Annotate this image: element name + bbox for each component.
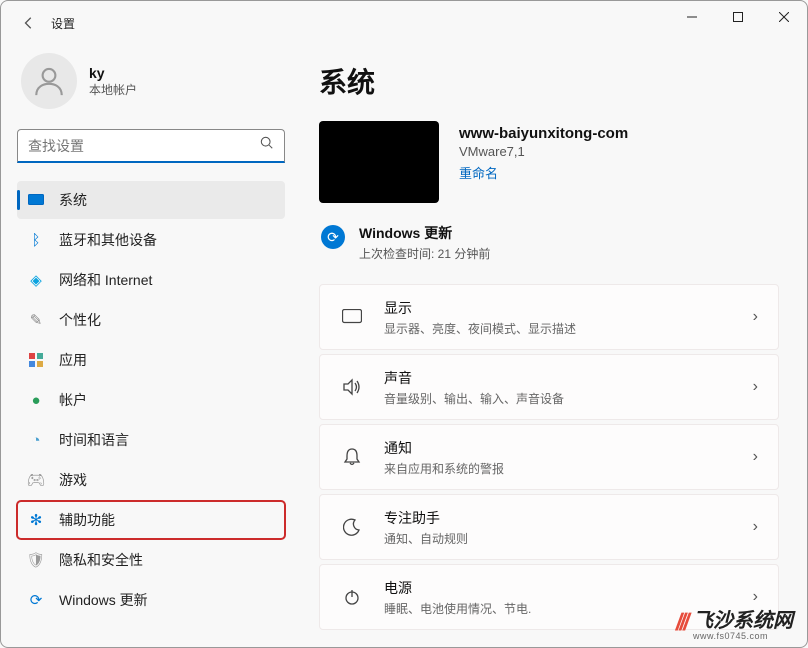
arrow-left-icon <box>22 16 36 30</box>
page-title: 系统 <box>319 61 779 101</box>
wifi-icon: ◈ <box>27 271 45 289</box>
device-name: www-baiyunxitong-com <box>459 125 628 142</box>
device-thumbnail[interactable] <box>319 121 439 203</box>
settings-list: 显示显示器、亮度、夜间模式、显示描述 › 声音音量级别、输出、输入、声音设备 ›… <box>319 284 779 630</box>
minimize-button[interactable] <box>669 1 715 33</box>
nav-label: 应用 <box>59 350 87 370</box>
clock-icon: ◔ <box>27 431 45 449</box>
setting-notifications[interactable]: 通知来自应用和系统的警报 › <box>319 424 779 490</box>
close-button[interactable] <box>761 1 807 33</box>
account-type: 本地帐户 <box>89 81 137 98</box>
card-sub: 音量级别、输出、输入、声音设备 <box>384 390 733 407</box>
nav-item-privacy[interactable]: 🛡︎ 隐私和安全性 <box>17 541 285 579</box>
accessibility-icon: ✻ <box>27 511 45 529</box>
shield-icon: 🛡︎ <box>27 551 45 569</box>
device-row: www-baiyunxitong-com VMware7,1 重命名 <box>319 121 779 203</box>
search-icon <box>260 136 274 155</box>
power-icon <box>340 588 364 606</box>
chevron-right-icon: › <box>753 518 758 536</box>
nav-item-personalization[interactable]: ✎ 个性化 <box>17 301 285 339</box>
search-input[interactable] <box>28 138 260 154</box>
nav-list: 系统 ᛒ 蓝牙和其他设备 ◈ 网络和 Internet ✎ 个性化 应用 ● 帐户 ◔ 时… <box>17 181 285 619</box>
nav-label: 蓝牙和其他设备 <box>59 230 157 250</box>
update-title: Windows 更新 <box>359 223 490 243</box>
card-sub: 通知、自动规则 <box>384 530 733 547</box>
avatar <box>21 53 77 109</box>
card-title: 专注助手 <box>384 508 733 528</box>
nav-label: 网络和 Internet <box>59 270 152 290</box>
setting-sound[interactable]: 声音音量级别、输出、输入、声音设备 › <box>319 354 779 420</box>
search-input-wrapper[interactable] <box>17 129 285 163</box>
nav-label: 辅助功能 <box>59 510 115 530</box>
device-model: VMware7,1 <box>459 144 628 159</box>
sidebar: ky 本地帐户 系统 ᛒ 蓝牙和其他设备 ◈ 网络和 Internet ✎ 个性化 应… <box>1 45 301 647</box>
nav-label: 个性化 <box>59 310 101 330</box>
nav-item-accounts[interactable]: ● 帐户 <box>17 381 285 419</box>
window-title: 设置 <box>51 15 75 32</box>
nav-item-system[interactable]: 系统 <box>17 181 285 219</box>
back-button[interactable] <box>13 7 45 39</box>
account-name: ky <box>89 65 137 81</box>
maximize-icon <box>733 12 743 22</box>
account-icon: ● <box>27 391 45 409</box>
card-sub: 来自应用和系统的警报 <box>384 460 733 477</box>
moon-icon <box>340 518 364 536</box>
chevron-right-icon: › <box>753 308 758 326</box>
person-icon <box>32 64 66 98</box>
titlebar: 设置 <box>1 1 807 45</box>
card-title: 显示 <box>384 298 733 318</box>
nav-item-time[interactable]: ◔ 时间和语言 <box>17 421 285 459</box>
sound-icon <box>340 378 364 396</box>
bluetooth-icon: ᛒ <box>27 231 45 249</box>
card-title: 声音 <box>384 368 733 388</box>
close-icon <box>779 12 789 22</box>
chevron-right-icon: › <box>753 378 758 396</box>
gamepad-icon: 🎮︎ <box>27 471 45 489</box>
update-row[interactable]: ⟳ Windows 更新 上次检查时间: 21 分钟前 <box>319 223 779 262</box>
watermark-logo: /// <box>674 609 690 637</box>
nav-label: 游戏 <box>59 470 87 490</box>
nav-item-bluetooth[interactable]: ᛒ 蓝牙和其他设备 <box>17 221 285 259</box>
nav-label: 帐户 <box>59 390 87 410</box>
account-block[interactable]: ky 本地帐户 <box>17 53 285 109</box>
nav-label: 隐私和安全性 <box>59 550 143 570</box>
nav-label: Windows 更新 <box>59 590 148 610</box>
update-icon: ⟳ <box>27 591 45 609</box>
watermark: /// 飞沙系统网 www.fs0745.com <box>676 604 793 641</box>
update-sub: 上次检查时间: 21 分钟前 <box>359 245 490 262</box>
card-title: 电源 <box>384 578 733 598</box>
nav-label: 时间和语言 <box>59 430 129 450</box>
nav-item-network[interactable]: ◈ 网络和 Internet <box>17 261 285 299</box>
nav-label: 系统 <box>59 190 87 210</box>
chevron-right-icon: › <box>753 448 758 466</box>
card-sub: 显示器、亮度、夜间模式、显示描述 <box>384 320 733 337</box>
bell-icon <box>340 447 364 467</box>
main-panel: 系统 www-baiyunxitong-com VMware7,1 重命名 ⟳ … <box>301 45 807 647</box>
display-icon <box>340 309 364 325</box>
card-title: 通知 <box>384 438 733 458</box>
nav-item-gaming[interactable]: 🎮︎ 游戏 <box>17 461 285 499</box>
nav-item-accessibility[interactable]: ✻ 辅助功能 <box>17 501 285 539</box>
nav-item-apps[interactable]: 应用 <box>17 341 285 379</box>
brush-icon: ✎ <box>27 311 45 329</box>
watermark-text: 飞沙系统网 <box>693 604 793 633</box>
apps-icon <box>27 351 45 369</box>
system-icon <box>27 191 45 209</box>
windows-update-icon: ⟳ <box>321 225 345 249</box>
setting-display[interactable]: 显示显示器、亮度、夜间模式、显示描述 › <box>319 284 779 350</box>
maximize-button[interactable] <box>715 1 761 33</box>
rename-link[interactable]: 重命名 <box>459 163 628 182</box>
minimize-icon <box>687 12 697 22</box>
nav-item-update[interactable]: ⟳ Windows 更新 <box>17 581 285 619</box>
window-controls <box>669 1 807 33</box>
setting-focus[interactable]: 专注助手通知、自动规则 › <box>319 494 779 560</box>
